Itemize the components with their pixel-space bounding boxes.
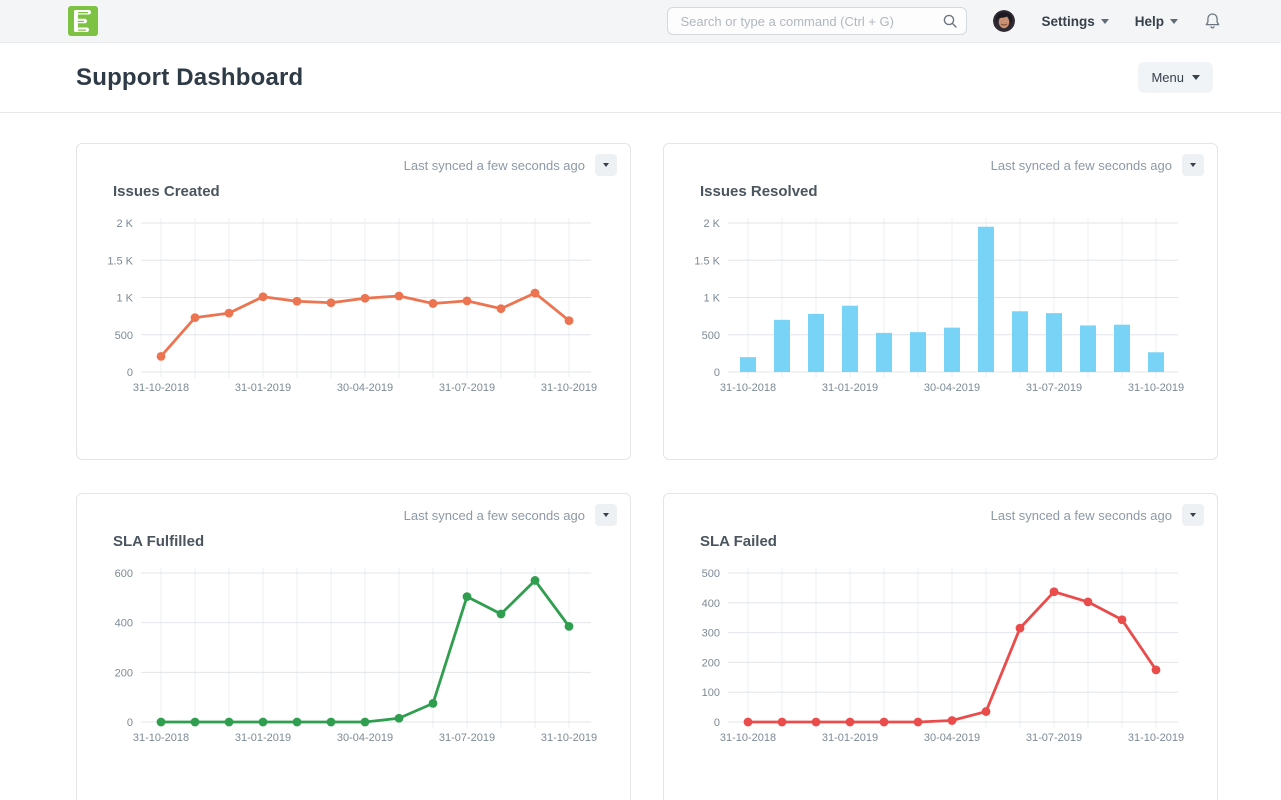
svg-text:100: 100 [702, 687, 720, 699]
search-icon [942, 13, 958, 29]
svg-text:300: 300 [702, 628, 720, 640]
chart-issues-created[interactable]: 0 500 1 K 1.5 K 2 K 31-10-2018 31-01-2019 30-04… [77, 211, 630, 407]
notifications-bell-icon[interactable] [1204, 12, 1221, 30]
page-header: Support Dashboard Menu [0, 43, 1281, 113]
svg-text:200: 200 [115, 667, 133, 679]
chevron-down-icon [1190, 163, 1196, 167]
svg-text:400: 400 [115, 618, 133, 630]
chevron-down-icon [603, 163, 609, 167]
card-sla-failed: Last synced a few seconds ago SLA Failed… [663, 493, 1218, 800]
svg-text:0: 0 [127, 367, 133, 379]
chevron-down-icon [603, 513, 609, 517]
chart-title: SLA Fulfilled [113, 533, 630, 550]
svg-text:500: 500 [115, 330, 133, 342]
last-synced-text: Last synced a few seconds ago [991, 158, 1172, 173]
avatar-image [993, 10, 1015, 32]
svg-text:31-07-2019: 31-07-2019 [1026, 382, 1082, 394]
chart-card-menu-button[interactable] [1182, 154, 1204, 176]
svg-text:31-07-2019: 31-07-2019 [1026, 732, 1082, 744]
page-title: Support Dashboard [76, 64, 303, 92]
search-input[interactable] [667, 7, 967, 35]
svg-text:600: 600 [115, 568, 133, 580]
help-menu[interactable]: Help [1135, 14, 1178, 29]
settings-menu[interactable]: Settings [1041, 14, 1108, 29]
svg-text:31-10-2019: 31-10-2019 [1128, 382, 1184, 394]
svg-text:30-04-2019: 30-04-2019 [337, 382, 393, 394]
svg-text:31-07-2019: 31-07-2019 [439, 382, 495, 394]
svg-text:2 K: 2 K [116, 218, 133, 230]
chart-issues-resolved[interactable]: 0 500 1 K 1.5 K 2 K 31-10-2018 31-01-2019 30-04… [664, 211, 1217, 407]
svg-text:0: 0 [127, 717, 133, 729]
last-synced-text: Last synced a few seconds ago [991, 508, 1172, 523]
global-search [667, 7, 967, 35]
chevron-down-icon [1190, 513, 1196, 517]
svg-text:400: 400 [702, 598, 720, 610]
svg-text:500: 500 [702, 568, 720, 580]
chart-card-menu-button[interactable] [595, 154, 617, 176]
svg-text:500: 500 [702, 330, 720, 342]
svg-text:31-10-2018: 31-10-2018 [133, 382, 189, 394]
chart-card-menu-button[interactable] [595, 504, 617, 526]
svg-text:31-01-2019: 31-01-2019 [822, 382, 878, 394]
help-label: Help [1135, 14, 1164, 29]
chart-title: SLA Failed [700, 533, 1217, 550]
user-avatar[interactable] [993, 10, 1015, 32]
svg-text:31-10-2019: 31-10-2019 [541, 732, 597, 744]
svg-text:30-04-2019: 30-04-2019 [337, 732, 393, 744]
svg-text:1 K: 1 K [703, 293, 720, 305]
chart-title: Issues Created [113, 183, 630, 200]
svg-text:31-10-2018: 31-10-2018 [133, 732, 189, 744]
svg-text:1.5 K: 1.5 K [107, 255, 133, 267]
svg-text:30-04-2019: 30-04-2019 [924, 732, 980, 744]
svg-text:31-01-2019: 31-01-2019 [235, 732, 291, 744]
svg-text:200: 200 [702, 657, 720, 669]
last-synced-text: Last synced a few seconds ago [404, 158, 585, 173]
card-sla-fulfilled: Last synced a few seconds ago SLA Fulfil… [76, 493, 631, 800]
chevron-down-icon [1192, 75, 1200, 80]
svg-text:31-01-2019: 31-01-2019 [235, 382, 291, 394]
chart-title: Issues Resolved [700, 183, 1217, 200]
svg-text:2 K: 2 K [703, 218, 720, 230]
svg-text:31-01-2019: 31-01-2019 [822, 732, 878, 744]
top-navbar: Settings Help [0, 0, 1281, 43]
chart-card-menu-button[interactable] [1182, 504, 1204, 526]
chart-sla-failed[interactable]: 0 100 200 300 400 500 31-10-2018 31-01-2019 30-0… [664, 561, 1217, 757]
chevron-down-icon [1170, 19, 1178, 24]
chevron-down-icon [1101, 19, 1109, 24]
page-menu-button[interactable]: Menu [1138, 62, 1213, 93]
card-issues-resolved: Last synced a few seconds ago Issues Res… [663, 143, 1218, 460]
svg-text:0: 0 [714, 717, 720, 729]
svg-text:1 K: 1 K [116, 293, 133, 305]
erpnext-logo-icon [68, 6, 98, 36]
app-logo[interactable] [68, 6, 98, 36]
svg-text:31-10-2018: 31-10-2018 [720, 732, 776, 744]
svg-text:31-07-2019: 31-07-2019 [439, 732, 495, 744]
svg-text:1.5 K: 1.5 K [694, 255, 720, 267]
svg-text:0: 0 [714, 367, 720, 379]
svg-text:31-10-2019: 31-10-2019 [541, 382, 597, 394]
dashboard-grid: Last synced a few seconds ago Issues Cre… [76, 143, 1218, 800]
svg-text:31-10-2019: 31-10-2019 [1128, 732, 1184, 744]
last-synced-text: Last synced a few seconds ago [404, 508, 585, 523]
svg-text:31-10-2018: 31-10-2018 [720, 382, 776, 394]
svg-text:30-04-2019: 30-04-2019 [924, 382, 980, 394]
chart-sla-fulfilled[interactable]: 0 200 400 600 31-10-2018 31-01-2019 30-04-2019… [77, 561, 630, 757]
card-issues-created: Last synced a few seconds ago Issues Cre… [76, 143, 631, 460]
settings-label: Settings [1041, 14, 1094, 29]
menu-button-label: Menu [1151, 70, 1184, 85]
